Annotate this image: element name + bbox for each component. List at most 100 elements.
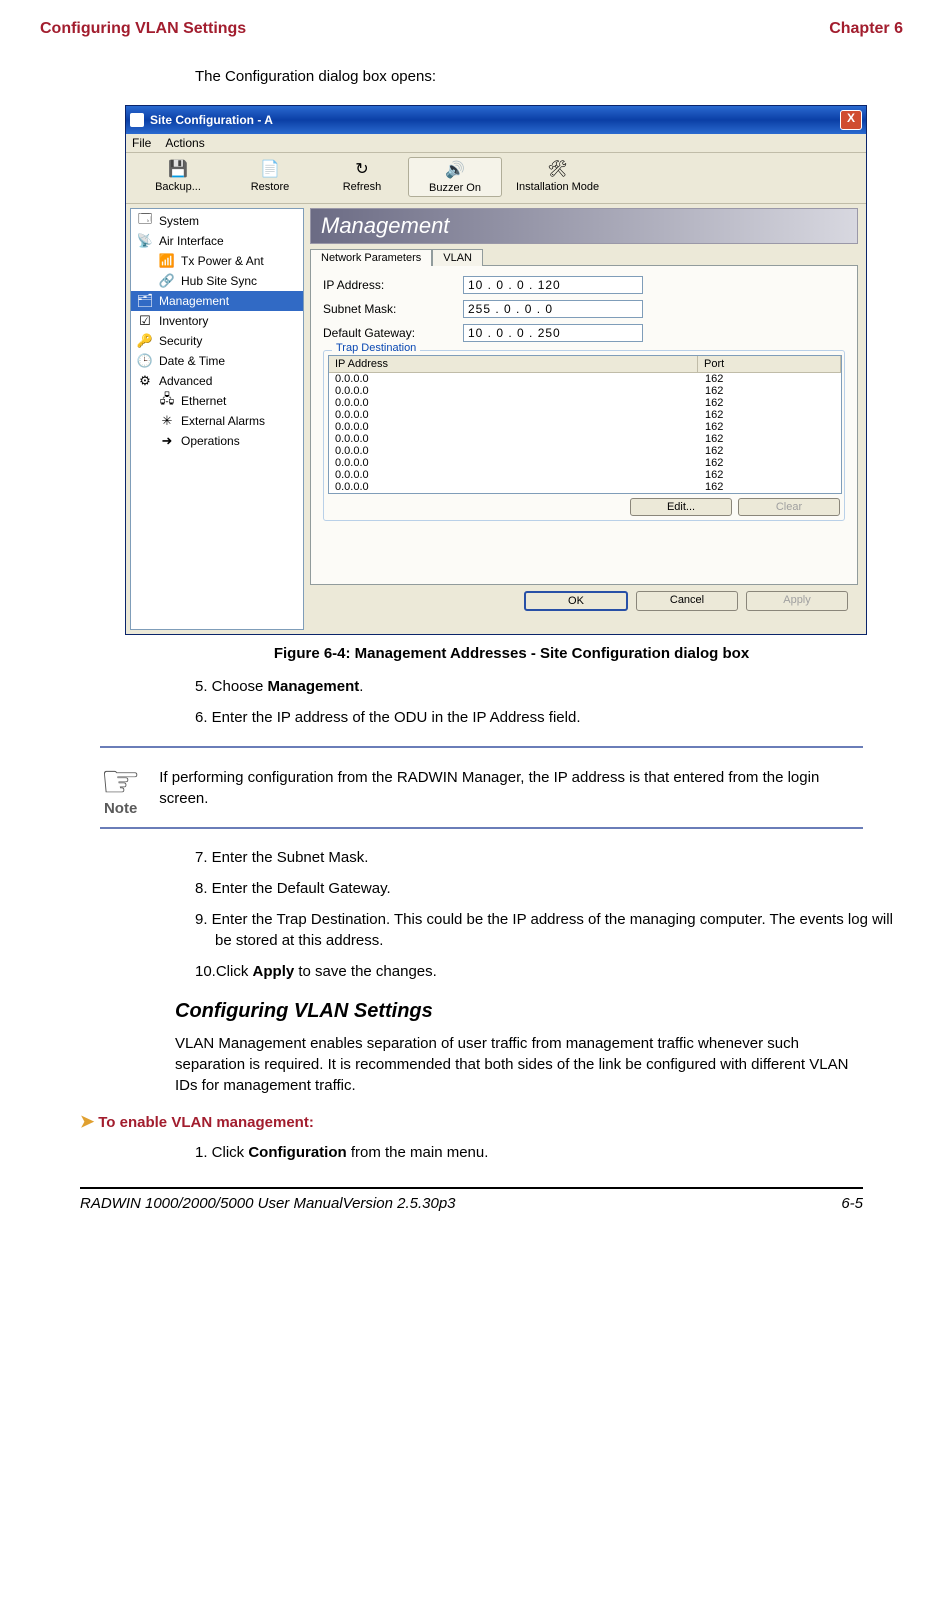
panel-title: Management [310,208,858,244]
save-icon: 💾 [167,159,189,179]
clear-button[interactable]: Clear [738,498,840,516]
sidebar-item-external-alarms[interactable]: ✳ External Alarms [131,411,303,431]
note-text: If performing configuration from the RAD… [159,767,863,809]
toolbar-backup-label: Backup... [155,181,201,193]
toolbar-restore[interactable]: 📄 Restore [224,157,316,197]
trap-row[interactable]: 0.0.0.0162 [329,433,841,445]
sidebar-icon: ⚙ [137,373,153,389]
footer-rule [80,1187,863,1189]
sidebar-item-air-interface[interactable]: 📡Air Interface [131,231,303,251]
close-button[interactable]: X [840,110,862,130]
toolbar-backup[interactable]: 💾 Backup... [132,157,224,197]
refresh-icon: ↻ [351,159,373,179]
trap-cell-port: 162 [699,385,841,397]
toolbar-installmode[interactable]: 🛠 Installation Mode [502,157,613,197]
sidebar-item-inventory[interactable]: ☑Inventory [131,311,303,331]
sidebar-item-label: Operations [181,434,240,448]
toolbar-buzzer[interactable]: 🔊 Buzzer On [408,157,502,197]
menu-actions[interactable]: Actions [165,136,204,150]
step-10-pre: 10.Click [195,963,253,980]
trap-head-ip[interactable]: IP Address [329,356,698,372]
sidebar-item-date-time[interactable]: 🕒 Date & Time [131,351,303,371]
trap-cell-port: 162 [699,421,841,433]
pointing-hand-icon: ☞ [100,758,141,804]
sidebar-item-operations[interactable]: ➜ Operations [131,431,303,451]
proc-step-1-post: from the main menu. [347,1144,489,1161]
trap-cell-ip: 0.0.0.0 [329,373,699,385]
trap-cell-port: 162 [699,457,841,469]
footer-right: 6-5 [841,1195,863,1212]
trap-row[interactable]: 0.0.0.0162 [329,373,841,385]
default-gateway-input[interactable]: 10 . 0 . 0 . 250 [463,324,643,342]
trap-row[interactable]: 0.0.0.0162 [329,421,841,433]
step-8: 8. Enter the Default Gateway. [195,878,903,899]
trap-group-title: Trap Destination [332,342,420,354]
toolbar-installmode-label: Installation Mode [516,181,599,193]
tab-vlan[interactable]: VLAN [432,249,483,266]
trap-cell-ip: 0.0.0.0 [329,397,699,409]
running-head-right: Chapter 6 [829,20,903,38]
menu-file[interactable]: File [132,136,151,150]
note-block: ☞ Note If performing configuration from … [100,746,863,829]
apply-button[interactable]: Apply [746,591,848,611]
ip-address-label: IP Address: [323,278,453,292]
sidebar-icon: 🔗 [159,273,175,289]
sidebar-item-management[interactable]: 🗂Management [131,291,303,311]
sidebar-item-tx-power-ant[interactable]: 📶Tx Power & Ant [131,251,303,271]
proc-step-1-pre: 1. Click [195,1144,248,1161]
trap-table[interactable]: IP Address Port 0.0.0.01620.0.0.01620.0.… [328,355,842,494]
trap-head-port[interactable]: Port [698,356,841,372]
sidebar: 🗔System📡Air Interface📶Tx Power & Ant 🔗 Hub… [130,208,304,630]
ip-address-input[interactable]: 10 . 0 . 0 . 120 [463,276,643,294]
procedure-heading: ➤To enable VLAN management: [80,1112,903,1132]
trap-cell-ip: 0.0.0.0 [329,481,699,493]
sidebar-item-label: Hub Site Sync [181,274,257,288]
trap-cell-ip: 0.0.0.0 [329,469,699,481]
proc-step-1-bold: Configuration [248,1144,346,1161]
trap-row[interactable]: 0.0.0.0162 [329,481,841,493]
subnet-mask-label: Subnet Mask: [323,302,453,316]
trap-row[interactable]: 0.0.0.0162 [329,409,841,421]
sidebar-item-ethernet[interactable]: 🖧Ethernet [131,391,303,411]
edit-button[interactable]: Edit... [630,498,732,516]
trap-row[interactable]: 0.0.0.0162 [329,397,841,409]
toolbar-refresh[interactable]: ↻ Refresh [316,157,408,197]
sidebar-item-label: Date & Time [159,354,225,368]
sidebar-icon: 🕒 [137,353,153,369]
trap-cell-port: 162 [699,469,841,481]
step-5-post: . [359,678,363,695]
running-head-left: Configuring VLAN Settings [40,20,246,38]
sidebar-icon: ➜ [159,433,175,449]
buzzer-icon: 🔊 [444,160,466,180]
trap-row[interactable]: 0.0.0.0162 [329,469,841,481]
sidebar-icon: 🖧 [159,393,175,409]
sidebar-item-label: System [159,214,199,228]
sidebar-icon: ✳ [159,413,175,429]
restore-icon: 📄 [259,159,281,179]
install-icon: 🛠 [547,159,569,179]
note-label: Note [104,800,137,817]
trap-cell-port: 162 [699,433,841,445]
sidebar-item-system[interactable]: 🗔System [131,211,303,231]
sidebar-item-label: Security [159,334,202,348]
trap-cell-ip: 0.0.0.0 [329,457,699,469]
sidebar-item-label: Management [159,294,229,308]
content-panel: Management Network Parameters VLAN IP Ad… [308,204,866,634]
window-title: Site Configuration - A [150,113,273,127]
trap-row[interactable]: 0.0.0.0162 [329,385,841,397]
subnet-mask-input[interactable]: 255 . 0 . 0 . 0 [463,300,643,318]
ok-button[interactable]: OK [524,591,628,611]
cancel-button[interactable]: Cancel [636,591,738,611]
sidebar-item-security[interactable]: 🔑Security [131,331,303,351]
trap-cell-port: 162 [699,481,841,493]
sidebar-item-advanced[interactable]: ⚙Advanced [131,371,303,391]
trap-cell-ip: 0.0.0.0 [329,421,699,433]
step-5-pre: 5. Choose [195,678,268,695]
tab-network-parameters[interactable]: Network Parameters [310,249,432,266]
trap-row[interactable]: 0.0.0.0162 [329,445,841,457]
sidebar-item-hub-site-sync[interactable]: 🔗 Hub Site Sync [131,271,303,291]
sidebar-item-label: External Alarms [181,414,265,428]
trap-row[interactable]: 0.0.0.0162 [329,457,841,469]
proc-step-1: 1. Click Configuration from the main men… [195,1142,903,1163]
step-10-bold: Apply [253,963,295,980]
